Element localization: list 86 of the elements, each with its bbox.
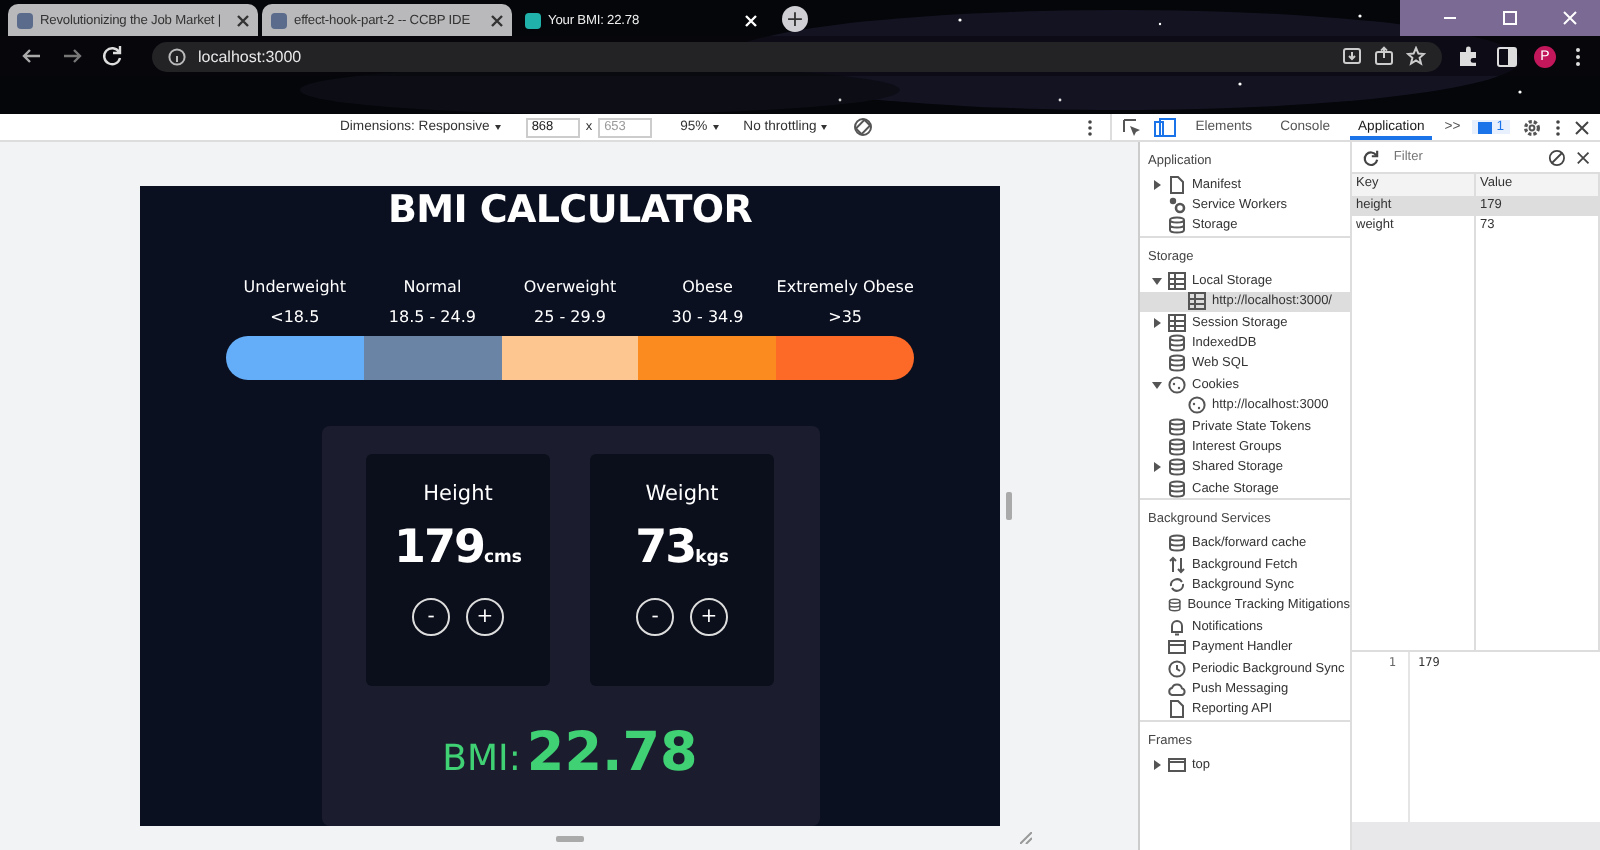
database-icon (1168, 596, 1182, 615)
menu-icon[interactable] (1572, 45, 1584, 67)
address-bar[interactable]: localhost:3000 (152, 41, 1442, 71)
install-icon[interactable] (1342, 46, 1362, 66)
reload-icon[interactable] (100, 44, 124, 68)
bmi-label: BMI: (442, 738, 521, 780)
database-icon (1168, 417, 1186, 436)
database-icon (1168, 437, 1186, 456)
caret-icon (820, 122, 829, 132)
measure-unit: cms (484, 548, 522, 568)
clock-icon (1168, 659, 1186, 677)
message-icon (1478, 121, 1493, 133)
app-title: BMI CALCULATOR (387, 188, 753, 232)
star-icon[interactable] (1406, 46, 1426, 66)
category-name: Obese (680, 276, 735, 300)
resize-handle[interactable] (556, 835, 584, 841)
measure-value: 179 (394, 522, 485, 574)
decrement-button[interactable]: - (412, 598, 450, 636)
puzzle-icon[interactable] (1458, 45, 1480, 67)
close-icon[interactable] (236, 13, 250, 27)
card-icon (1168, 638, 1186, 657)
category-name: Extremely Obese (776, 276, 914, 300)
file-icon (1168, 175, 1186, 194)
bell-icon (1168, 617, 1186, 636)
database-icon (1168, 334, 1186, 353)
collapsed-arrow-icon[interactable] (1152, 317, 1162, 328)
category-name: Normal (401, 276, 464, 300)
gears-icon (1168, 196, 1186, 215)
database-icon (1168, 534, 1186, 553)
expanded-arrow-icon[interactable] (1152, 275, 1162, 286)
measure-label: Weight (645, 482, 719, 506)
table-icon (1188, 292, 1206, 311)
database-icon (1168, 354, 1186, 373)
bmi-value: 22.78 (526, 722, 698, 784)
increment-button[interactable]: + (466, 598, 504, 636)
share-icon[interactable] (1374, 46, 1394, 66)
collapsed-arrow-icon[interactable] (1152, 462, 1162, 473)
close-icon[interactable] (1575, 149, 1590, 165)
collapsed-arrow-icon[interactable] (1152, 179, 1162, 190)
cloud-icon (1168, 679, 1186, 698)
table-icon (1168, 271, 1186, 290)
file-icon (1168, 700, 1186, 719)
up-down-arrows-icon (1168, 555, 1186, 574)
cookie-icon (1168, 375, 1186, 394)
sync-icon (1168, 575, 1186, 594)
database-icon (1168, 479, 1186, 498)
window-icon (1168, 755, 1186, 774)
measure-label: Height (423, 482, 493, 506)
category-range: 25 - 29.9 (532, 306, 608, 330)
resize-grip-icon[interactable] (1020, 832, 1032, 844)
category-name: Underweight (241, 276, 348, 300)
close-icon[interactable] (490, 13, 504, 27)
inspect-icon[interactable] (1121, 117, 1142, 137)
forward-arrow-icon[interactable] (60, 44, 84, 68)
expanded-arrow-icon[interactable] (1152, 379, 1162, 390)
category-range: 18.5 - 24.9 (386, 306, 478, 330)
collapsed-arrow-icon[interactable] (1152, 759, 1162, 770)
category-name: Overweight (521, 276, 619, 300)
category-range: >35 (826, 306, 865, 330)
caret-icon (493, 122, 502, 132)
database-icon (1168, 216, 1186, 235)
measure-unit: kgs (695, 548, 729, 568)
table-icon (1168, 313, 1186, 332)
rotate-icon[interactable] (852, 116, 875, 138)
more-icon[interactable] (1554, 117, 1562, 137)
sidebar-icon[interactable] (1496, 45, 1518, 67)
database-icon (1168, 458, 1186, 477)
device-toggle-icon[interactable] (1153, 117, 1176, 137)
increment-button[interactable]: + (690, 598, 728, 636)
info-icon (168, 47, 186, 65)
measure-value: 73 (635, 522, 696, 574)
caret-icon (711, 122, 720, 132)
category-range: <18.5 (268, 306, 322, 330)
settings-icon[interactable] (1522, 117, 1542, 137)
more-icon[interactable] (1085, 117, 1094, 137)
back-arrow-icon[interactable] (20, 44, 44, 68)
category-range: 30 - 34.9 (669, 306, 746, 330)
clear-icon[interactable] (1547, 147, 1566, 167)
refresh-icon[interactable] (1362, 147, 1380, 167)
cookie-icon (1188, 396, 1206, 415)
decrement-button[interactable]: - (636, 598, 674, 636)
url-text: localhost:3000 (198, 47, 302, 65)
close-icon[interactable] (1574, 119, 1590, 135)
favicon-icon (16, 11, 34, 29)
resize-handle[interactable] (1006, 492, 1012, 520)
favicon-icon (270, 11, 288, 29)
